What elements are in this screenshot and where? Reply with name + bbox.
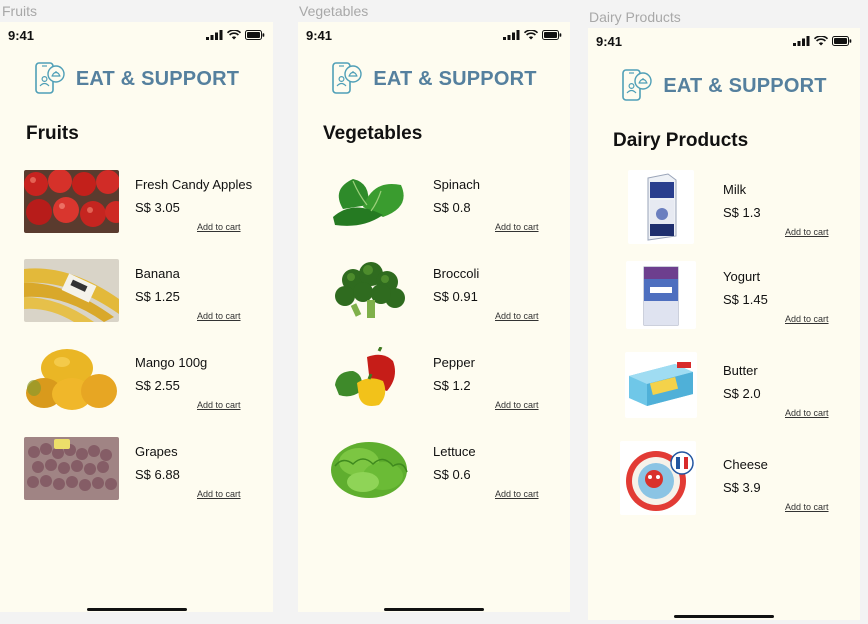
frame-label-dairy: Dairy Products bbox=[589, 9, 681, 25]
status-bar: 9:41 bbox=[298, 22, 570, 48]
brand-header: EAT & SUPPORT bbox=[298, 62, 570, 96]
item-name: Milk bbox=[723, 182, 747, 197]
grapes-image bbox=[24, 437, 119, 500]
milk-carton-image bbox=[628, 170, 694, 244]
item-name: Banana bbox=[135, 266, 180, 281]
list-item: Yogurt S$ 1.45 Add to cart bbox=[588, 259, 860, 329]
add-to-cart-link[interactable]: Add to cart bbox=[785, 227, 829, 237]
item-name: Yogurt bbox=[723, 269, 761, 284]
apples-image bbox=[24, 170, 119, 233]
yogurt-carton-image bbox=[626, 261, 696, 329]
item-name: Pepper bbox=[433, 355, 475, 370]
add-to-cart-link[interactable]: Add to cart bbox=[197, 222, 241, 232]
signal-icon bbox=[503, 30, 520, 40]
list-item: Spinach S$ 0.8 Add to cart bbox=[298, 169, 570, 239]
add-to-cart-link[interactable]: Add to cart bbox=[197, 489, 241, 499]
fruits-screen: 9:41 EAT & SUPPORT Fruits Fresh Candy Ap… bbox=[0, 22, 273, 612]
list-item: Lettuce S$ 0.6 Add to cart bbox=[298, 436, 570, 506]
list-item: Mango 100g S$ 2.55 Add to cart bbox=[0, 347, 273, 417]
list-item: Cheese S$ 3.9 Add to cart bbox=[588, 441, 860, 515]
item-price: S$ 2.55 bbox=[135, 378, 180, 393]
app-logo-icon bbox=[332, 62, 363, 94]
page-title: Dairy Products bbox=[613, 130, 749, 151]
list-item: Grapes S$ 6.88 Add to cart bbox=[0, 436, 273, 506]
banana-image bbox=[24, 259, 119, 322]
add-to-cart-link[interactable]: Add to cart bbox=[785, 502, 829, 512]
battery-icon bbox=[832, 36, 852, 46]
item-price: S$ 1.3 bbox=[723, 205, 761, 220]
item-name: Mango 100g bbox=[135, 355, 208, 370]
lettuce-image bbox=[323, 436, 417, 502]
status-time: 9:41 bbox=[8, 28, 35, 43]
status-icons bbox=[206, 30, 265, 40]
app-logo-icon bbox=[622, 69, 653, 101]
frame-label-fruits: Fruits bbox=[2, 3, 37, 19]
item-name: Spinach bbox=[433, 177, 480, 192]
vegetables-screen: 9:41 EAT & SUPPORT Vegetables Spinach S$… bbox=[298, 22, 570, 612]
add-to-cart-link[interactable]: Add to cart bbox=[495, 489, 539, 499]
mango-image bbox=[24, 348, 119, 411]
signal-icon bbox=[206, 30, 223, 40]
pepper-image bbox=[323, 347, 417, 413]
wifi-icon bbox=[814, 36, 828, 46]
add-to-cart-link[interactable]: Add to cart bbox=[785, 314, 829, 324]
page-title: Vegetables bbox=[323, 123, 423, 144]
home-indicator[interactable] bbox=[674, 615, 774, 618]
add-to-cart-link[interactable]: Add to cart bbox=[495, 222, 539, 232]
list-item: Milk S$ 1.3 Add to cart bbox=[588, 170, 860, 244]
add-to-cart-link[interactable]: Add to cart bbox=[495, 400, 539, 410]
item-price: S$ 1.45 bbox=[723, 292, 768, 307]
status-time: 9:41 bbox=[306, 28, 333, 43]
battery-icon bbox=[245, 30, 265, 40]
page-title: Fruits bbox=[26, 123, 79, 144]
home-indicator[interactable] bbox=[86, 608, 187, 611]
status-time: 9:41 bbox=[596, 34, 623, 49]
brand-name: EAT & SUPPORT bbox=[663, 74, 827, 97]
item-price: S$ 6.88 bbox=[135, 467, 180, 482]
spinach-image bbox=[323, 169, 417, 235]
list-item: Pepper S$ 1.2 Add to cart bbox=[298, 347, 570, 417]
broccoli-image bbox=[323, 258, 417, 324]
brand-name: EAT & SUPPORT bbox=[75, 67, 240, 90]
battery-icon bbox=[542, 30, 562, 40]
app-logo-icon bbox=[35, 62, 65, 94]
item-name: Fresh Candy Apples bbox=[135, 177, 253, 192]
list-item: Banana S$ 1.25 Add to cart bbox=[0, 258, 273, 328]
list-item: Fresh Candy Apples S$ 3.05 Add to cart bbox=[0, 169, 273, 239]
frame-label-vegetables: Vegetables bbox=[299, 3, 369, 19]
status-icons bbox=[793, 36, 852, 46]
signal-icon bbox=[793, 36, 810, 46]
item-name: Broccoli bbox=[433, 266, 480, 281]
add-to-cart-link[interactable]: Add to cart bbox=[785, 408, 829, 418]
cheese-box-image bbox=[620, 441, 696, 515]
item-name: Lettuce bbox=[433, 444, 476, 459]
brand-header: EAT & SUPPORT bbox=[588, 69, 860, 103]
add-to-cart-link[interactable]: Add to cart bbox=[197, 311, 241, 321]
status-bar: 9:41 bbox=[0, 22, 273, 48]
item-price: S$ 0.91 bbox=[433, 289, 478, 304]
dairy-screen: 9:41 EAT & SUPPORT Dairy Products Milk S… bbox=[588, 28, 860, 620]
add-to-cart-link[interactable]: Add to cart bbox=[197, 400, 241, 410]
item-price: S$ 3.9 bbox=[723, 480, 761, 495]
item-name: Cheese bbox=[723, 457, 768, 472]
brand-name: EAT & SUPPORT bbox=[373, 67, 537, 90]
wifi-icon bbox=[524, 30, 538, 40]
item-price: S$ 0.6 bbox=[433, 467, 471, 482]
add-to-cart-link[interactable]: Add to cart bbox=[495, 311, 539, 321]
item-name: Butter bbox=[723, 363, 758, 378]
status-icons bbox=[503, 30, 562, 40]
item-price: S$ 2.0 bbox=[723, 386, 761, 401]
home-indicator[interactable] bbox=[384, 608, 484, 611]
item-name: Grapes bbox=[135, 444, 178, 459]
status-bar: 9:41 bbox=[588, 28, 860, 54]
item-price: S$ 0.8 bbox=[433, 200, 471, 215]
brand-header: EAT & SUPPORT bbox=[0, 62, 273, 96]
list-item: Broccoli S$ 0.91 Add to cart bbox=[298, 258, 570, 328]
item-price: S$ 1.2 bbox=[433, 378, 471, 393]
item-price: S$ 1.25 bbox=[135, 289, 180, 304]
list-item: Butter S$ 2.0 Add to cart bbox=[588, 350, 860, 420]
item-price: S$ 3.05 bbox=[135, 200, 180, 215]
wifi-icon bbox=[227, 30, 241, 40]
butter-box-image bbox=[625, 352, 697, 418]
